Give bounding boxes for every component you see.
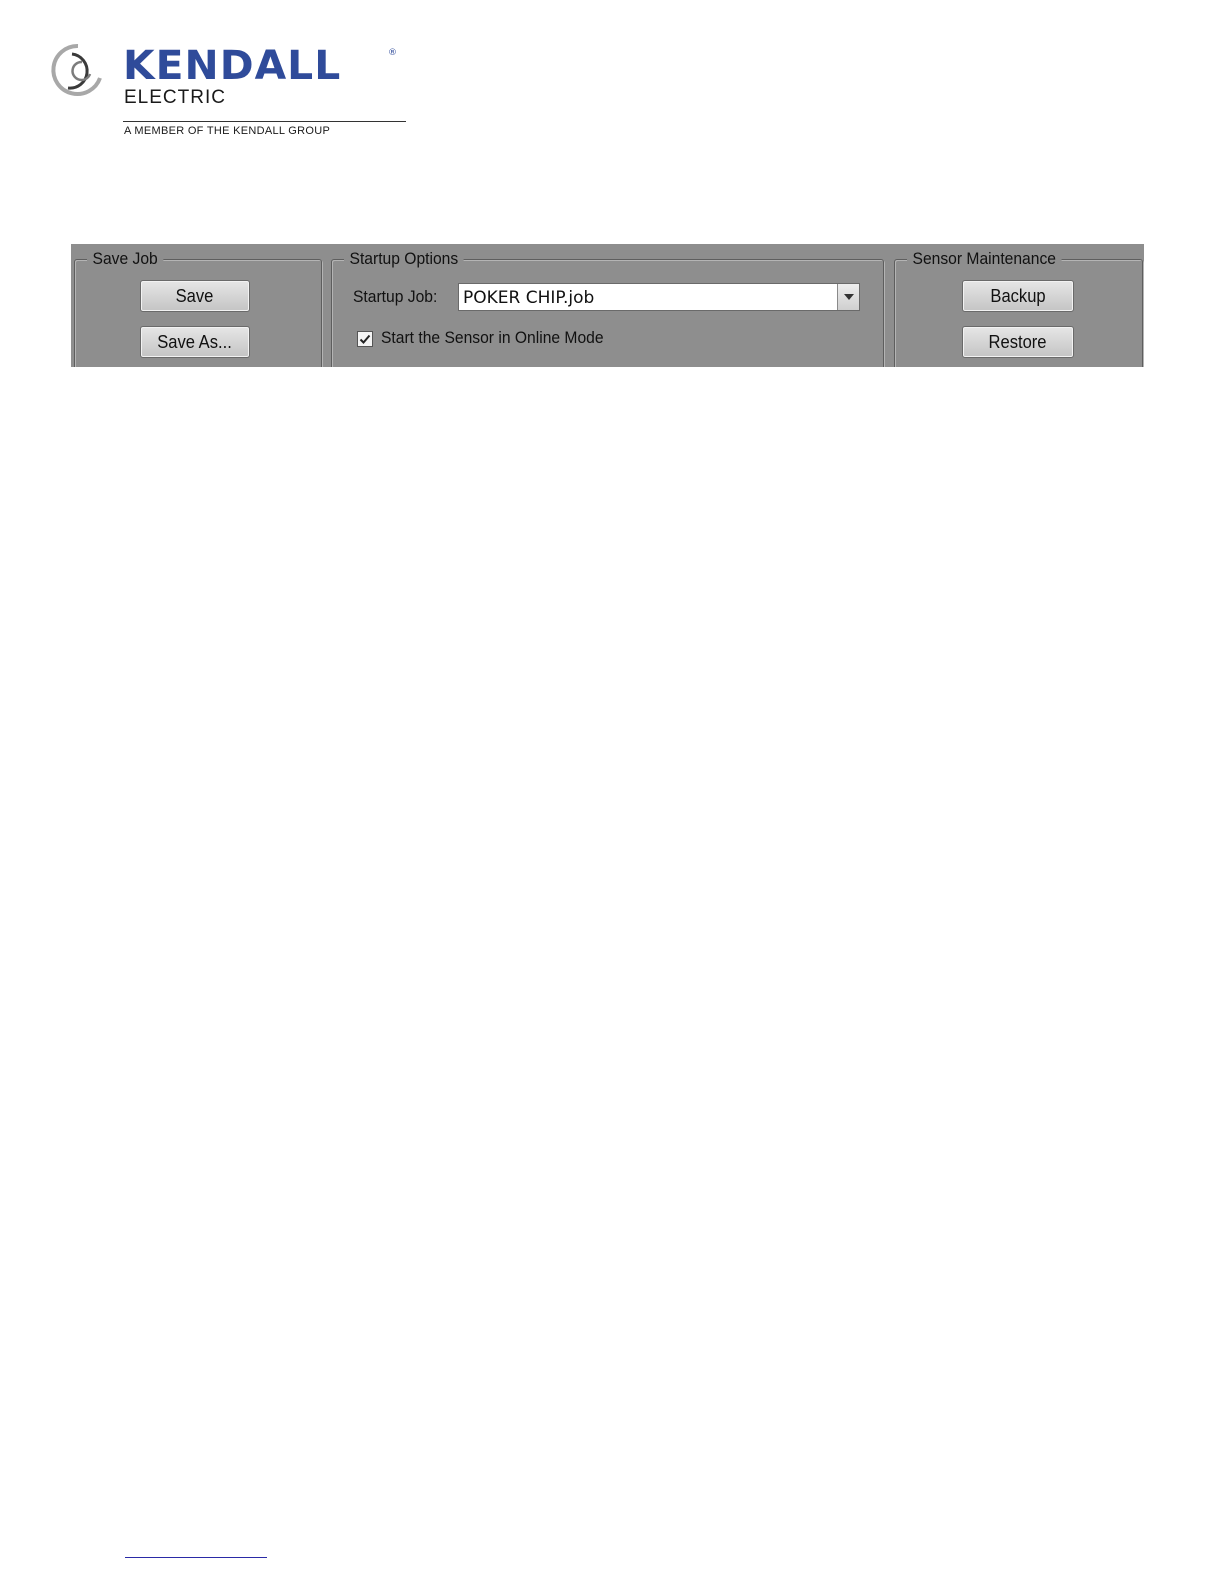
save-button[interactable]: Save	[140, 280, 250, 312]
startup-job-dropdown-button[interactable]	[837, 284, 859, 310]
kendall-electric-logo: KENDALL ® ELECTRIC A MEMBER OF THE KENDA…	[50, 40, 410, 140]
sensor-maintenance-title: Sensor Maintenance	[907, 249, 1062, 269]
kendall-swirl-logo-icon	[51, 43, 102, 96]
online-mode-checkbox[interactable]	[357, 331, 373, 347]
logo-name: KENDALL	[123, 43, 342, 89]
save-job-group: Save Job Save Save As...	[74, 249, 322, 367]
save-as-button-label: Save As...	[157, 332, 233, 352]
save-job-title: Save Job	[87, 249, 164, 269]
logo-tagline: A MEMBER OF THE KENDALL GROUP	[124, 125, 331, 137]
restore-button[interactable]: Restore	[962, 326, 1074, 358]
restore-button-label: Restore	[989, 332, 1047, 352]
save-button-label: Save	[176, 286, 214, 306]
backup-button-label: Backup	[990, 286, 1046, 306]
startup-job-dropdown[interactable]: POKER CHIP.job	[458, 283, 860, 311]
sensor-options-panel: Save Job Save Save As... Startup Options…	[71, 244, 1144, 367]
startup-options-title: Startup Options	[344, 249, 464, 269]
logo-subtitle: ELECTRIC	[124, 87, 226, 108]
logo-registered-mark: ®	[388, 48, 397, 58]
backup-button[interactable]: Backup	[962, 280, 1074, 312]
online-mode-label[interactable]: Start the Sensor in Online Mode	[381, 328, 604, 348]
footer-link-underline[interactable]	[125, 1557, 267, 1558]
save-as-button[interactable]: Save As...	[140, 326, 250, 358]
startup-job-value: POKER CHIP.job	[463, 288, 595, 308]
chevron-down-icon	[844, 294, 854, 300]
startup-options-group: Startup Options Startup Job: POKER CHIP.…	[331, 249, 884, 367]
startup-job-label: Startup Job:	[353, 287, 438, 306]
sensor-maintenance-group: Sensor Maintenance Backup Restore	[894, 249, 1143, 367]
logo-divider	[123, 121, 406, 122]
checkmark-icon	[359, 334, 371, 344]
